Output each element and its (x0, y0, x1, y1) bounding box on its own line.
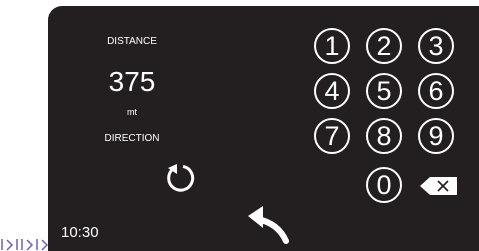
refresh-icon[interactable] (162, 160, 198, 196)
distance-value: 375 (108, 66, 156, 97)
keypad-key-8[interactable]: 8 (366, 118, 402, 154)
back-arrow-icon[interactable] (245, 204, 291, 244)
backspace-icon[interactable] (420, 176, 458, 196)
keypad-key-0[interactable]: 0 (366, 167, 402, 203)
keypad-key-6[interactable]: 6 (418, 73, 454, 109)
keypad-key-7[interactable]: 7 (314, 118, 350, 154)
screen: DISTANCE 375 mt DIRECTION 1 2 3 4 5 6 7 … (0, 0, 479, 251)
keypad-key-5[interactable]: 5 (366, 73, 402, 109)
keypad-key-2[interactable]: 2 (366, 28, 402, 64)
distance-label: DISTANCE (107, 36, 157, 47)
keypad-key-4[interactable]: 4 (314, 73, 350, 109)
keypad-key-1[interactable]: 1 (314, 28, 350, 64)
direction-label: DIRECTION (104, 133, 160, 144)
edge-marks-decoration (1, 239, 48, 251)
keypad-key-9[interactable]: 9 (418, 118, 454, 154)
clock-time: 10:30 (61, 224, 99, 241)
keypad-key-3[interactable]: 3 (418, 28, 454, 64)
distance-unit: mt (127, 107, 137, 117)
